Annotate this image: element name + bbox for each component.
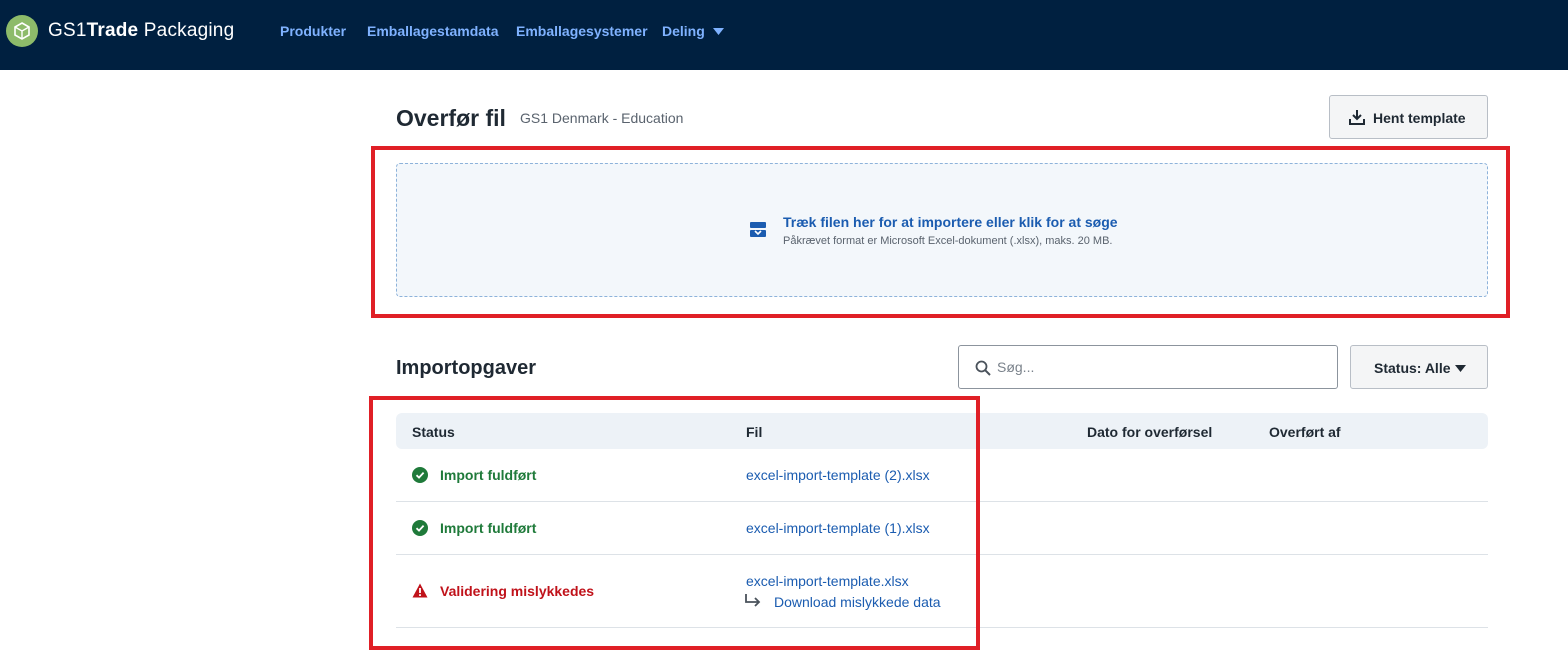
nav-emballagestamdata[interactable]: Emballagestamdata xyxy=(367,23,499,39)
page-title: Overfør fil xyxy=(396,105,506,131)
top-navigation-bar xyxy=(0,0,1568,70)
brand-name[interactable]: GS1Trade Packaging xyxy=(48,20,234,42)
organization-name: GS1 Denmark - Education xyxy=(520,110,684,126)
highlight-box-upload xyxy=(371,146,1510,318)
download-icon xyxy=(1349,110,1365,125)
brand-part-trade: Trade xyxy=(86,20,139,41)
brand-part-packaging: Packaging xyxy=(138,20,235,41)
column-header-uploaded-by[interactable]: Overført af xyxy=(1269,424,1341,440)
highlight-box-import-table xyxy=(369,396,980,650)
download-template-button[interactable]: Hent template xyxy=(1329,95,1488,139)
logo-icon[interactable] xyxy=(6,15,38,47)
nav-emballagesystemer[interactable]: Emballagesystemer xyxy=(516,23,648,39)
nav-produkter[interactable]: Produkter xyxy=(280,23,346,39)
download-template-label: Hent template xyxy=(1373,110,1466,126)
column-header-date[interactable]: Dato for overførsel xyxy=(1087,424,1212,440)
search-field[interactable] xyxy=(958,345,1338,389)
search-input[interactable] xyxy=(997,356,1317,378)
brand-part-gs1: GS1 xyxy=(48,20,87,41)
nav-deling[interactable]: Deling xyxy=(662,23,705,39)
status-filter-dropdown[interactable]: Status: Alle xyxy=(1350,345,1488,389)
search-icon xyxy=(975,360,991,376)
import-tasks-title: Importopgaver xyxy=(396,357,537,379)
status-filter-label: Status: Alle xyxy=(1374,360,1451,376)
chevron-down-icon[interactable] xyxy=(713,28,724,35)
chevron-down-icon xyxy=(1455,365,1466,372)
